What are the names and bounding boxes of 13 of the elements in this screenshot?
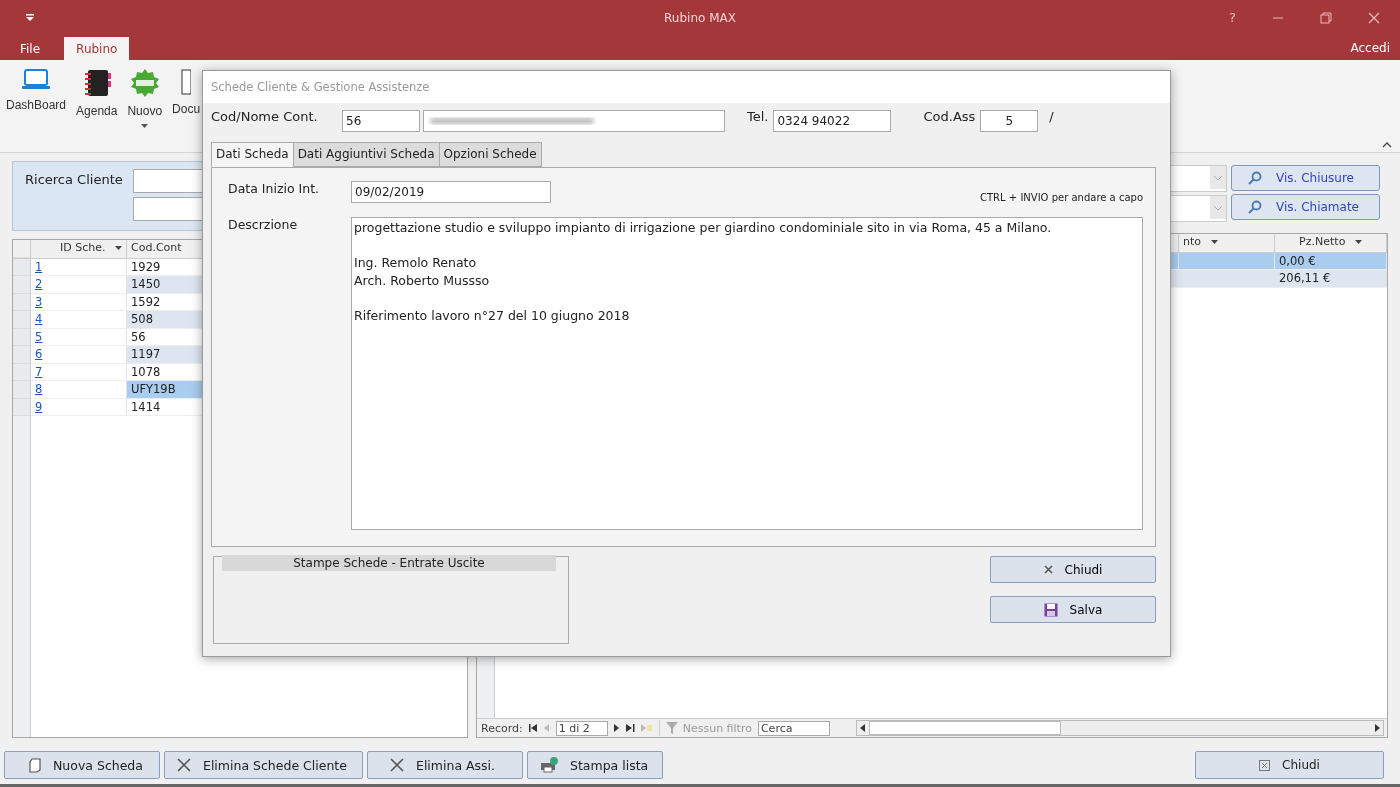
search-label: Ricerca Cliente <box>25 171 123 189</box>
group-title: Stampe Schede - Entrate Uscite <box>222 555 556 571</box>
record-label: Record: <box>481 721 523 735</box>
field-label: Cod.Ass <box>923 109 976 124</box>
field-label: Data Inizio Int. <box>228 181 321 196</box>
field-label: Tel. <box>747 109 769 124</box>
separator-text: / <box>1049 109 1054 124</box>
table-cell: 206,11 € <box>1275 270 1387 288</box>
dialog-title: Schede Cliente & Gestione Assistenze <box>203 71 1170 103</box>
field-label: Cod/Nome Cont. <box>211 109 319 124</box>
field-label: Descrzione <box>228 217 299 232</box>
hint-text: CTRL + INVIO per andare a capo <box>980 192 1143 203</box>
window-title: Rubino MAX <box>664 10 736 25</box>
